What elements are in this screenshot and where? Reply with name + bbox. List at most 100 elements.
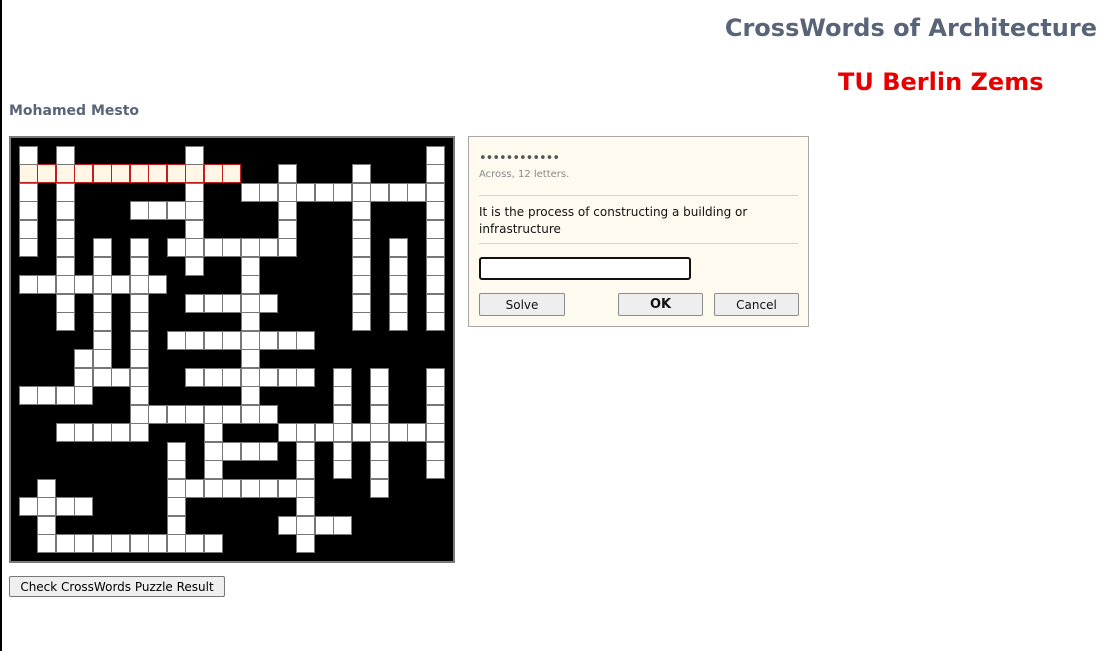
grid-cell[interactable] (388, 312, 408, 331)
grid-cell[interactable] (185, 478, 204, 498)
grid-cell[interactable] (259, 478, 278, 498)
grid-cell-active[interactable] (203, 164, 223, 183)
grid-cell[interactable] (18, 275, 38, 294)
grid-cell[interactable] (92, 367, 112, 387)
grid-cell[interactable] (425, 460, 445, 479)
grid-cell[interactable] (203, 478, 223, 498)
grid-cell[interactable] (166, 478, 186, 498)
grid-cell[interactable] (425, 312, 445, 331)
grid-cell[interactable] (166, 441, 186, 461)
grid-cell[interactable] (407, 182, 426, 202)
grid-cell[interactable] (425, 238, 445, 257)
grid-cell[interactable] (222, 441, 241, 461)
grid-cell[interactable] (425, 182, 445, 202)
solve-button[interactable]: Solve (479, 293, 565, 316)
grid-cell[interactable] (148, 534, 167, 553)
grid-cell[interactable] (55, 238, 75, 257)
grid-cell[interactable] (259, 404, 278, 424)
grid-cell[interactable] (351, 219, 371, 239)
grid-cell[interactable] (351, 238, 371, 257)
grid-cell[interactable] (37, 275, 56, 294)
grid-cell[interactable] (240, 441, 260, 461)
grid-cell-active[interactable] (222, 164, 241, 183)
grid-cell[interactable] (74, 497, 93, 516)
grid-cell[interactable] (111, 275, 130, 294)
grid-cell[interactable] (351, 275, 371, 294)
grid-cell[interactable] (277, 330, 297, 350)
grid-cell[interactable] (37, 534, 56, 553)
grid-cell[interactable] (55, 145, 75, 165)
grid-cell[interactable] (351, 256, 371, 276)
grid-cell[interactable] (388, 256, 408, 276)
grid-cell[interactable] (55, 219, 75, 239)
grid-cell[interactable] (129, 201, 149, 220)
grid-cell[interactable] (129, 238, 149, 257)
grid-cell[interactable] (240, 367, 260, 387)
grid-cell-active[interactable] (148, 164, 167, 183)
grid-cell[interactable] (296, 515, 315, 535)
grid-cell[interactable] (388, 182, 408, 202)
grid-cell[interactable] (18, 238, 38, 257)
grid-cell[interactable] (370, 182, 389, 202)
grid-cell[interactable] (240, 478, 260, 498)
grid-cell[interactable] (296, 460, 315, 479)
grid-cell[interactable] (425, 293, 445, 313)
grid-cell[interactable] (296, 367, 315, 387)
grid-cell[interactable] (259, 367, 278, 387)
grid-cell[interactable] (370, 404, 389, 424)
grid-cell[interactable] (240, 182, 260, 202)
grid-cell[interactable] (333, 460, 352, 479)
grid-cell[interactable] (240, 386, 260, 405)
grid-cell[interactable] (92, 293, 112, 313)
grid-cell[interactable] (129, 349, 149, 368)
grid-cell[interactable] (296, 330, 315, 350)
grid-cell[interactable] (370, 478, 389, 498)
grid-cell[interactable] (388, 275, 408, 294)
grid-cell[interactable] (92, 330, 112, 350)
grid-cell[interactable] (166, 534, 186, 553)
grid-cell[interactable] (222, 478, 241, 498)
grid-cell[interactable] (185, 145, 204, 165)
grid-cell[interactable] (240, 275, 260, 294)
grid-cell[interactable] (425, 164, 445, 183)
grid-cell[interactable] (203, 423, 223, 442)
grid-cell[interactable] (148, 404, 167, 424)
grid-cell[interactable] (333, 386, 352, 405)
grid-cell[interactable] (259, 238, 278, 257)
grid-cell[interactable] (277, 423, 297, 442)
grid-cell-active[interactable] (74, 164, 93, 183)
grid-cell[interactable] (111, 423, 130, 442)
grid-cell[interactable] (74, 423, 93, 442)
grid-cell[interactable] (18, 497, 38, 516)
grid-cell[interactable] (296, 497, 315, 516)
grid-cell-active[interactable] (166, 164, 186, 183)
grid-cell[interactable] (55, 534, 75, 553)
grid-cell[interactable] (185, 367, 204, 387)
grid-cell[interactable] (129, 293, 149, 313)
grid-cell[interactable] (166, 460, 186, 479)
grid-cell[interactable] (55, 293, 75, 313)
grid-cell[interactable] (351, 312, 371, 331)
grid-cell[interactable] (129, 312, 149, 331)
answer-input[interactable] (479, 257, 691, 280)
grid-cell[interactable] (55, 497, 75, 516)
grid-cell[interactable] (314, 182, 334, 202)
grid-cell[interactable] (55, 275, 75, 294)
grid-cell[interactable] (129, 330, 149, 350)
grid-cell[interactable] (277, 219, 297, 239)
grid-cell[interactable] (18, 201, 38, 220)
grid-cell[interactable] (296, 534, 315, 553)
grid-cell[interactable] (277, 515, 297, 535)
grid-cell[interactable] (111, 534, 130, 553)
grid-cell[interactable] (333, 404, 352, 424)
grid-cell[interactable] (166, 497, 186, 516)
grid-cell[interactable] (55, 182, 75, 202)
grid-cell-active[interactable] (92, 164, 112, 183)
grid-cell[interactable] (333, 423, 352, 442)
grid-cell[interactable] (351, 164, 371, 183)
grid-cell[interactable] (74, 275, 93, 294)
grid-cell[interactable] (425, 441, 445, 461)
grid-cell[interactable] (203, 404, 223, 424)
grid-cell[interactable] (92, 275, 112, 294)
grid-cell[interactable] (185, 201, 204, 220)
